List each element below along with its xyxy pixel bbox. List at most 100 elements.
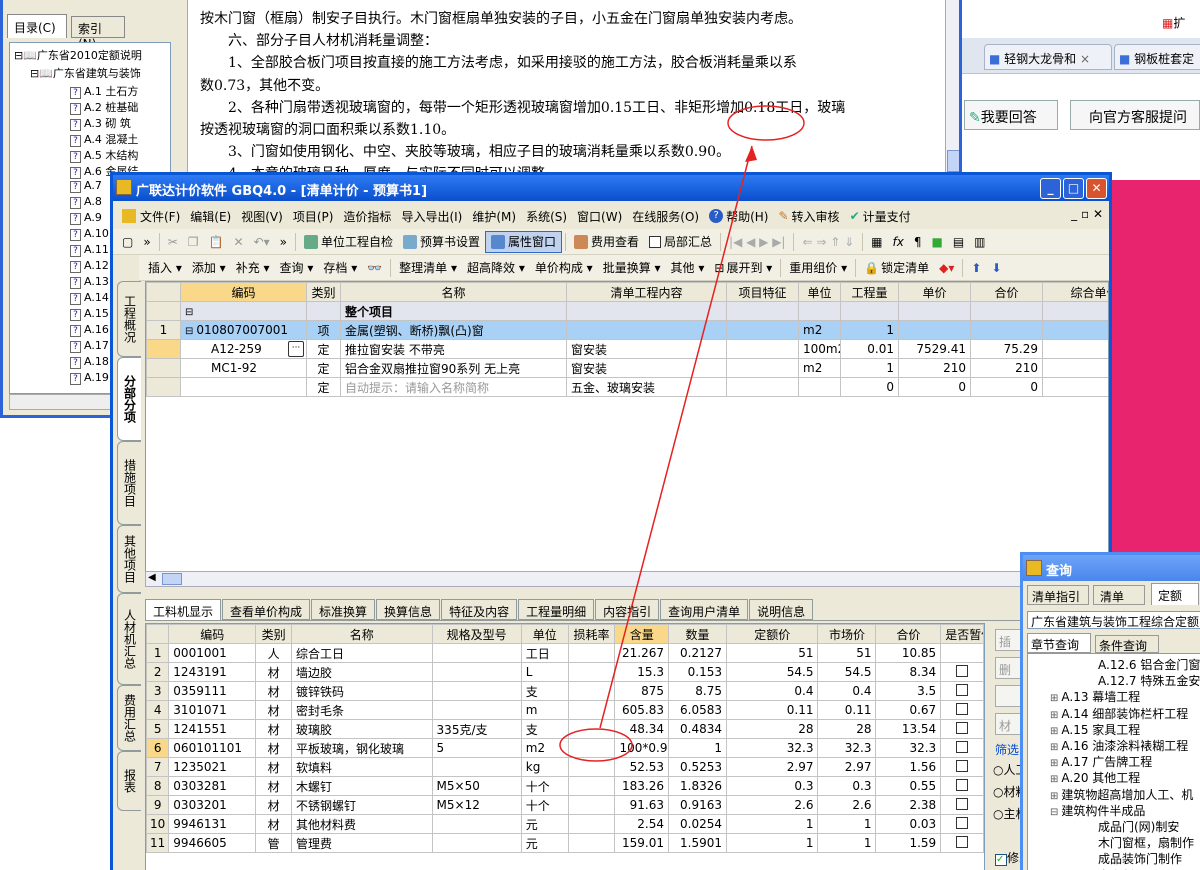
cell-unit[interactable]: m (520, 700, 569, 720)
cell-code[interactable]: 0001001 (168, 643, 257, 663)
cell-type[interactable] (306, 301, 341, 321)
table-row[interactable]: MC1-92 定铝合金双扇推拉窗90系列 无上亮 窗安装 m2 1 210 210 (146, 358, 1108, 378)
cell-name[interactable]: 不锈钢螺钉 (290, 795, 433, 815)
cell-unit[interactable]: 十个 (520, 795, 569, 815)
bottom-tab[interactable]: 说明信息 (749, 599, 814, 620)
estimate-checkbox[interactable] (955, 759, 968, 772)
cell-type[interactable]: 材 (255, 700, 292, 720)
calculator-icon[interactable]: ▦ (866, 231, 887, 253)
cell-loss[interactable] (567, 662, 616, 682)
ext-button[interactable]: ▦扩 (1162, 14, 1200, 34)
cell-qty[interactable]: 0.5253 (668, 757, 728, 777)
cell-market[interactable]: 51 (817, 643, 877, 663)
estimate-checkbox[interactable] (955, 816, 968, 829)
query-tree-item[interactable]: ⊞ A.20 其他工程 (1050, 769, 1140, 786)
cell-quota[interactable]: 0.11 (726, 700, 819, 720)
cell-market[interactable]: 2.97 (817, 757, 877, 777)
cell-unit[interactable]: 100m2 (798, 339, 841, 359)
menu-item[interactable]: ? 帮助(H) (704, 208, 773, 225)
cell-total[interactable]: 13.54 (875, 719, 942, 739)
column-header[interactable]: 名称 (290, 624, 433, 644)
tree-item[interactable]: ? A.13 (70, 275, 109, 289)
column-header[interactable]: 定额价 (726, 624, 819, 644)
tab-chapter-search[interactable]: 章节查询 (1027, 633, 1091, 653)
cell-type[interactable]: 材 (255, 662, 292, 682)
menu-item[interactable]: ✔ 计量支付 (845, 208, 916, 225)
side-tab[interactable]: 分部分项 (117, 357, 141, 441)
tree-item[interactable]: ? A.12 (70, 259, 109, 273)
cell-name[interactable]: 管理费 (290, 833, 433, 853)
cell-code[interactable]: ⊟ (180, 301, 307, 321)
collapse-icon[interactable]: ⊟ (30, 67, 39, 80)
tab-index[interactable]: 索引(N) (71, 16, 125, 51)
answer-button[interactable]: ✎我要回答 (964, 100, 1058, 130)
ellipsis-button[interactable]: ··· (288, 341, 304, 357)
cell-market[interactable]: 1 (817, 833, 877, 853)
cell-content[interactable]: 159.01 (614, 833, 670, 853)
tree-item[interactable]: ? A.19 (70, 371, 109, 385)
cell-spec[interactable] (431, 700, 522, 720)
more-icon[interactable]: » (138, 231, 155, 253)
cell-type[interactable]: 项 (306, 320, 341, 340)
cell-content[interactable]: 605.83 (614, 700, 670, 720)
new-icon[interactable]: ▢ (117, 231, 138, 253)
estimate-checkbox[interactable] (955, 740, 968, 753)
column-header[interactable]: 综合单价 (1042, 282, 1108, 302)
cell-content[interactable] (566, 301, 727, 321)
cell-name[interactable]: 自动提示：请输入名称简称 (340, 377, 567, 397)
cell-code[interactable]: 1235021 (168, 757, 257, 777)
column-header[interactable]: 类别 (255, 624, 292, 644)
table-row[interactable]: 5 1241551 材玻璃胶 335克/支支 48.34 0.4834 28 28 13.54 (146, 719, 984, 739)
cell-total[interactable]: 3.5 (875, 681, 942, 701)
cell-lock[interactable] (982, 833, 984, 853)
cell-price[interactable]: 210 (898, 358, 971, 378)
cell-name[interactable]: 木螺钉 (290, 776, 433, 796)
table-row[interactable]: 8 0303281 材木螺钉 M5×50 十个 183.26 1.8326 0.3 0.3 0.5… (146, 776, 984, 796)
cell-market[interactable]: 0.4 (817, 681, 877, 701)
cell-content[interactable]: 窗安装 (566, 358, 727, 378)
paste-icon[interactable]: 📋 (204, 231, 229, 253)
cell-unit[interactable]: 支 (520, 719, 569, 739)
toolbar-edit-button[interactable]: 补充 ▾ (231, 257, 275, 279)
collapse-icon[interactable]: ⊟ (1050, 807, 1058, 818)
query-tree-item[interactable]: ⊞ 建筑物超高增加人工、机 (1050, 786, 1193, 803)
cell-name[interactable]: 墙边胶 (290, 662, 433, 682)
menu-item[interactable]: 编辑(E) (185, 208, 236, 225)
cell-qty[interactable]: 1.8326 (668, 776, 728, 796)
cell-estimate[interactable] (940, 795, 984, 815)
scroll-left-icon[interactable]: ◀ (148, 572, 156, 583)
cell-name[interactable]: 综合工日 (290, 643, 433, 663)
query-tree-item[interactable]: ⊞ A.16 油漆涂料裱糊工程 (1050, 737, 1188, 754)
toolbar-edit-button[interactable]: 其他 ▾ (666, 257, 710, 279)
cell-spec[interactable] (431, 833, 522, 853)
cell-price[interactable]: 7529.41 (898, 339, 971, 359)
cell-unit[interactable]: 元 (520, 814, 569, 834)
side-tab[interactable]: 工程概况 (117, 281, 141, 357)
estimate-checkbox[interactable] (955, 664, 968, 677)
toolbar-edit-button[interactable]: 重用组价 ▾ (784, 257, 852, 279)
cell-unit[interactable] (798, 377, 841, 397)
cell-unit[interactable]: m2 (798, 320, 841, 340)
table-row[interactable]: A12-259···定推拉窗安装 不带亮窗安装100m20.017529.417… (146, 339, 1108, 359)
cell-code[interactable]: 060101101 (168, 738, 257, 758)
toolbar-edit-button[interactable]: 添加 ▾ (187, 257, 231, 279)
cell-qty[interactable]: 0.9163 (668, 795, 728, 815)
cell-lock[interactable] (982, 700, 984, 720)
table-row[interactable]: 1⊟010807007001项金属(塑钢、断桥)飘(凸)窗m21287 (146, 320, 1108, 340)
cell-code[interactable]: 1241551 (168, 719, 257, 739)
column-header[interactable]: 编码 (180, 282, 307, 302)
bottom-tab[interactable]: 内容指引 (595, 599, 660, 620)
tree-item[interactable]: ? A.18 (70, 355, 109, 369)
expand-icon[interactable]: ⊞ (1050, 791, 1058, 802)
cell-type[interactable]: 定 (306, 358, 341, 378)
bottom-tab[interactable]: 特征及内容 (441, 599, 518, 620)
cell-quota[interactable]: 32.3 (726, 738, 819, 758)
cell-quota[interactable]: 2.97 (726, 757, 819, 777)
bottom-tab[interactable]: 换算信息 (376, 599, 441, 620)
tab-contents[interactable]: 目录(C) (7, 14, 67, 38)
cell-loss[interactable] (567, 757, 616, 777)
cell-lock[interactable] (982, 681, 984, 701)
cell-type[interactable]: 管 (255, 833, 292, 853)
cell-market[interactable]: 0.11 (817, 700, 877, 720)
tree-item[interactable]: ? A.9 (70, 211, 102, 225)
